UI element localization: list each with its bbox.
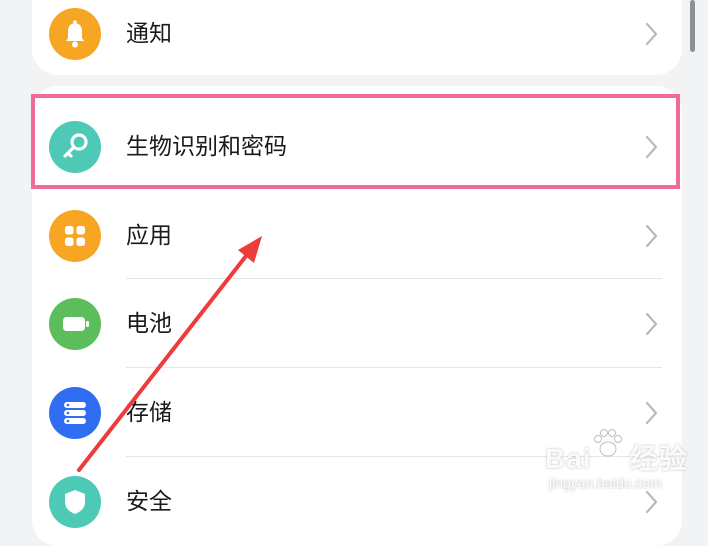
- watermark-site: jingyan.baidu.com: [549, 475, 662, 491]
- watermark-brand: Bai 经验: [545, 443, 688, 474]
- watermark-logo: Bai 经验 jingyan.baidu.com: [545, 425, 700, 497]
- scrollbar[interactable]: [690, 0, 695, 52]
